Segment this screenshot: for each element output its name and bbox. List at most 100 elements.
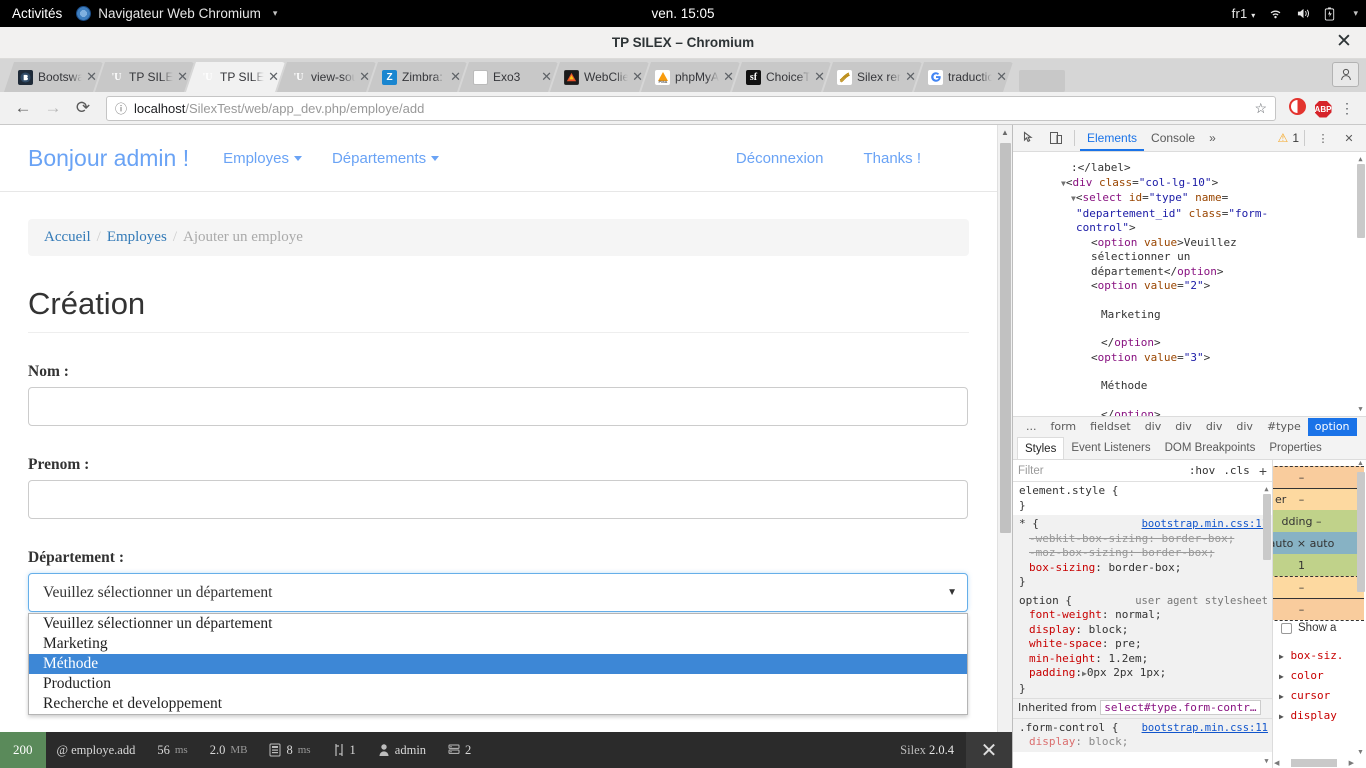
dropdown-option-methode[interactable]: Méthode <box>29 654 967 674</box>
breadcrumb-form[interactable]: form <box>1044 418 1084 436</box>
sidebar-tab-dom-breakpoints[interactable]: DOM Breakpoints <box>1158 437 1263 459</box>
styles-scrollbar[interactable]: ▲ ▼ <box>1261 482 1272 768</box>
clock[interactable]: ven. 15:05 <box>0 6 1366 21</box>
css-source-link[interactable]: bootstrap.min.css:11 <box>1142 721 1268 736</box>
expand-triangle-icon[interactable]: ▶ <box>1279 672 1284 681</box>
breadcrumb-div-2[interactable]: div <box>1168 418 1199 436</box>
box-model-border-bottom[interactable]: – <box>1273 576 1364 598</box>
computed-prop[interactable]: cursor <box>1290 689 1330 702</box>
tab-zimbra[interactable]: Z Zimbra: ✕ <box>368 62 467 92</box>
sidebar-tab-properties[interactable]: Properties <box>1262 437 1328 459</box>
tab-webclient[interactable]: WebClie ✕ <box>550 62 649 92</box>
css-value[interactable]: 0px 2px 1px; <box>1087 666 1166 679</box>
css-property[interactable]: display <box>1019 623 1075 636</box>
dropdown-option-placeholder[interactable]: Veuillez sélectionner un département <box>29 614 967 634</box>
scroll-up-icon[interactable]: ▲ <box>1355 460 1366 467</box>
devtools-tab-console[interactable]: Console <box>1144 125 1202 151</box>
scrollbar-thumb[interactable] <box>1263 494 1271 560</box>
dropdown-option-production[interactable]: Production <box>29 674 967 694</box>
scroll-down-icon[interactable]: ▼ <box>1261 754 1272 768</box>
tab-close-icon[interactable]: ✕ <box>992 69 1007 85</box>
tab-traduction[interactable]: traductio ✕ <box>914 62 1013 92</box>
dom-tree[interactable]: :</label> ▼<div class="col-lg-10"> ▼<sel… <box>1013 152 1366 416</box>
toolbar-twig[interactable]: 8 ms <box>258 743 321 758</box>
toolbar-time[interactable]: 56 ms <box>146 743 198 758</box>
toolbar-forms[interactable]: 1 <box>322 743 367 758</box>
css-rule-form-control[interactable]: .form-control {bootstrap.min.css:11 disp… <box>1013 718 1272 752</box>
system-menu-chevron-icon[interactable]: ▾ <box>1353 8 1358 19</box>
chrome-menu-icon[interactable]: ⋮ <box>1336 100 1358 117</box>
bookmark-star-icon[interactable]: ☆ <box>1254 100 1267 117</box>
departement-dropdown[interactable]: Veuillez sélectionner un département Mar… <box>28 613 968 715</box>
css-property[interactable]: font-weight <box>1019 608 1102 621</box>
css-property[interactable]: padding <box>1019 666 1075 679</box>
computed-prop[interactable]: display <box>1290 709 1336 722</box>
scroll-down-icon[interactable]: ▼ <box>1355 402 1366 417</box>
css-property[interactable]: -webkit-box-sizing <box>1019 532 1148 545</box>
css-property[interactable]: box-sizing <box>1019 561 1095 574</box>
show-all-toggle[interactable]: Show a <box>1281 622 1336 634</box>
tab-phpmyadmin[interactable]: PMA phpMyA ✕ <box>641 62 740 92</box>
breadcrumb-ellipsis[interactable]: ... <box>1019 418 1044 436</box>
navbar-item-departements[interactable]: Départements <box>332 150 440 167</box>
new-style-rule-button[interactable]: + <box>1259 463 1267 479</box>
adblock-plus-icon[interactable]: ABP <box>1310 99 1336 118</box>
devtools-close-icon[interactable]: ✕ <box>1336 126 1362 150</box>
toolbar-close-button[interactable]: ✕ <box>966 732 1012 768</box>
tab-close-icon[interactable]: ✕ <box>355 69 370 85</box>
dropdown-option-recherche[interactable]: Recherche et developpement <box>29 694 967 714</box>
css-value[interactable]: block; <box>1089 735 1129 748</box>
tab-close-icon[interactable]: ✕ <box>628 69 643 85</box>
address-bar[interactable]: ⓘ localhost/SilexTest/web/app_dev.php/em… <box>106 95 1276 121</box>
warning-indicator[interactable]: ⚠ 1 <box>1278 131 1299 145</box>
devtools-tab-elements[interactable]: Elements <box>1080 125 1145 151</box>
opera-vpn-icon[interactable] <box>1284 98 1310 118</box>
css-property[interactable]: white-space <box>1019 637 1102 650</box>
window-close-button[interactable]: ✕ <box>1333 31 1355 53</box>
box-model-border-top[interactable]: er – <box>1273 488 1364 510</box>
dom-tree-scrollbar[interactable]: ▲ ▼ <box>1355 152 1366 416</box>
scrollbar-thumb[interactable] <box>1357 164 1365 238</box>
computed-prop[interactable]: color <box>1290 669 1323 682</box>
dropdown-option-marketing[interactable]: Marketing <box>29 634 967 654</box>
expand-triangle-icon[interactable]: ▶ <box>1279 712 1284 721</box>
breadcrumb-item-employes[interactable]: Employes <box>107 229 167 245</box>
keyboard-layout-indicator[interactable]: fr1 ▾ <box>1232 6 1256 21</box>
breadcrumb-div-3[interactable]: div <box>1199 418 1230 436</box>
tab-close-icon[interactable]: ✕ <box>82 69 97 85</box>
breadcrumb-div-4[interactable]: div <box>1229 418 1260 436</box>
page-info-icon[interactable]: ⓘ <box>115 100 127 117</box>
css-value[interactable]: normal; <box>1115 608 1161 621</box>
css-rule-option[interactable]: option {user agent stylesheet font-weigh… <box>1013 591 1272 698</box>
toolbar-user[interactable]: admin <box>367 743 437 758</box>
tab-choicetype[interactable]: sf ChoiceTy ✕ <box>732 62 831 92</box>
css-value[interactable]: border-box; <box>1142 546 1215 559</box>
scroll-up-icon[interactable]: ▲ <box>998 125 1012 140</box>
inspect-element-icon[interactable] <box>1017 126 1043 150</box>
breadcrumb-div-1[interactable]: div <box>1138 418 1169 436</box>
nom-input[interactable] <box>28 387 968 426</box>
breadcrumb-fieldset[interactable]: fieldset <box>1083 418 1138 436</box>
tab-close-icon[interactable]: ✕ <box>537 69 552 85</box>
profile-avatar-icon[interactable] <box>1332 62 1359 87</box>
device-toolbar-icon[interactable] <box>1043 126 1069 150</box>
toolbar-database[interactable]: 2 <box>437 743 482 758</box>
toolbar-memory[interactable]: 2.0 MB <box>199 743 259 758</box>
back-button[interactable]: ← <box>8 98 38 118</box>
cls-toggle[interactable]: .cls <box>1223 464 1250 477</box>
box-model-diagram[interactable]: – er – dding – auto × auto 1 – – <box>1273 466 1364 621</box>
scrollbar-thumb[interactable] <box>1357 472 1365 592</box>
scrollbar-thumb[interactable] <box>1291 758 1337 767</box>
box-model-margin-bottom[interactable]: – <box>1273 598 1364 620</box>
css-value[interactable]: pre; <box>1115 637 1142 650</box>
css-rule-element-style[interactable]: element.style { } <box>1013 482 1272 515</box>
navbar-item-employes[interactable]: Employes <box>223 150 302 167</box>
tab-close-icon[interactable]: ✕ <box>446 69 461 85</box>
scroll-right-icon[interactable]: ▶ <box>1349 759 1354 767</box>
tab-tp-silex-2[interactable]: 'U TP SILEX ✕ <box>186 62 285 92</box>
new-tab-button[interactable] <box>1019 70 1065 92</box>
computed-horizontal-scrollbar[interactable]: ◀ ▶ <box>1273 757 1355 768</box>
css-rules-list[interactable]: element.style { } * {bootstrap.min.css:1… <box>1013 482 1272 768</box>
reload-button[interactable]: ⟳ <box>68 98 98 118</box>
navbar-brand[interactable]: Bonjour admin ! <box>28 145 189 172</box>
